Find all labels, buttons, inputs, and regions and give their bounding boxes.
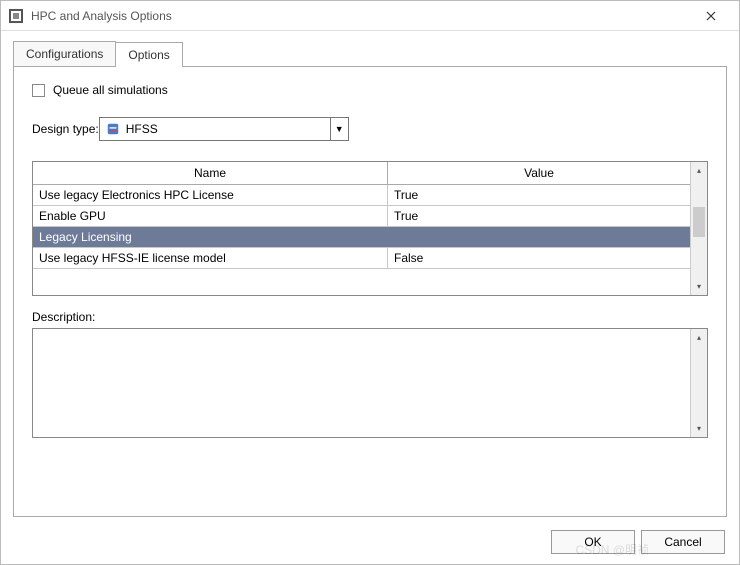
close-icon xyxy=(706,11,716,21)
queue-simulations-checkbox[interactable] xyxy=(32,84,45,97)
description-scrollbar[interactable]: ▴ ▾ xyxy=(690,329,707,437)
options-panel: Queue all simulations Design type: HFSS … xyxy=(13,66,727,517)
chevron-down-icon: ▼ xyxy=(330,118,348,140)
titlebar: HPC and Analysis Options xyxy=(1,1,739,31)
tab-configurations[interactable]: Configurations xyxy=(13,41,116,66)
column-header-name[interactable]: Name xyxy=(33,162,388,184)
cell-value: True xyxy=(388,185,690,205)
design-type-label: Design type: xyxy=(32,122,99,136)
description-label: Description: xyxy=(32,310,708,324)
column-header-value[interactable]: Value xyxy=(388,162,690,184)
queue-simulations-label: Queue all simulations xyxy=(53,83,168,97)
cell-name: Enable GPU xyxy=(33,206,388,226)
table-header: Name Value xyxy=(33,162,690,185)
cell-name: Use legacy HFSS-IE license model xyxy=(33,248,388,268)
close-button[interactable] xyxy=(691,2,731,30)
table-row[interactable]: Legacy Licensing xyxy=(33,227,690,248)
description-text[interactable] xyxy=(33,329,690,437)
cell-value: False xyxy=(388,248,690,268)
description-box: ▴ ▾ xyxy=(32,328,708,438)
table-scrollbar[interactable]: ▴ ▾ xyxy=(690,162,707,295)
ok-button[interactable]: OK xyxy=(551,530,635,554)
table-row[interactable]: Use legacy HFSS-IE license model False xyxy=(33,248,690,269)
scroll-down-icon[interactable]: ▾ xyxy=(691,278,707,295)
scroll-up-icon[interactable]: ▴ xyxy=(691,329,707,346)
cell-name: Use legacy Electronics HPC License xyxy=(33,185,388,205)
cancel-button[interactable]: Cancel xyxy=(641,530,725,554)
table-row[interactable]: Use legacy Electronics HPC License True xyxy=(33,185,690,206)
design-type-row: Design type: HFSS ▼ xyxy=(32,117,708,141)
scroll-down-icon[interactable]: ▾ xyxy=(691,420,707,437)
window-title: HPC and Analysis Options xyxy=(31,9,691,23)
dialog-buttons: OK Cancel xyxy=(551,530,725,554)
design-type-dropdown[interactable]: HFSS ▼ xyxy=(99,117,349,141)
content-area: Configurations Options Queue all simulat… xyxy=(13,41,727,518)
hfss-icon xyxy=(106,122,120,136)
app-icon xyxy=(9,9,23,23)
queue-simulations-row: Queue all simulations xyxy=(32,83,708,97)
tab-options[interactable]: Options xyxy=(115,42,182,67)
tab-strip: Configurations Options xyxy=(13,41,727,66)
scroll-up-icon[interactable]: ▴ xyxy=(691,162,707,179)
properties-table: Name Value Use legacy Electronics HPC Li… xyxy=(32,161,708,296)
scroll-thumb[interactable] xyxy=(693,207,705,237)
design-type-value: HFSS xyxy=(126,122,158,136)
scroll-track[interactable] xyxy=(691,346,707,420)
table-body: Name Value Use legacy Electronics HPC Li… xyxy=(33,162,690,295)
cell-name: Legacy Licensing xyxy=(33,227,388,247)
cell-value xyxy=(388,227,690,247)
scroll-track[interactable] xyxy=(691,179,707,278)
cell-value: True xyxy=(388,206,690,226)
table-row[interactable]: Enable GPU True xyxy=(33,206,690,227)
